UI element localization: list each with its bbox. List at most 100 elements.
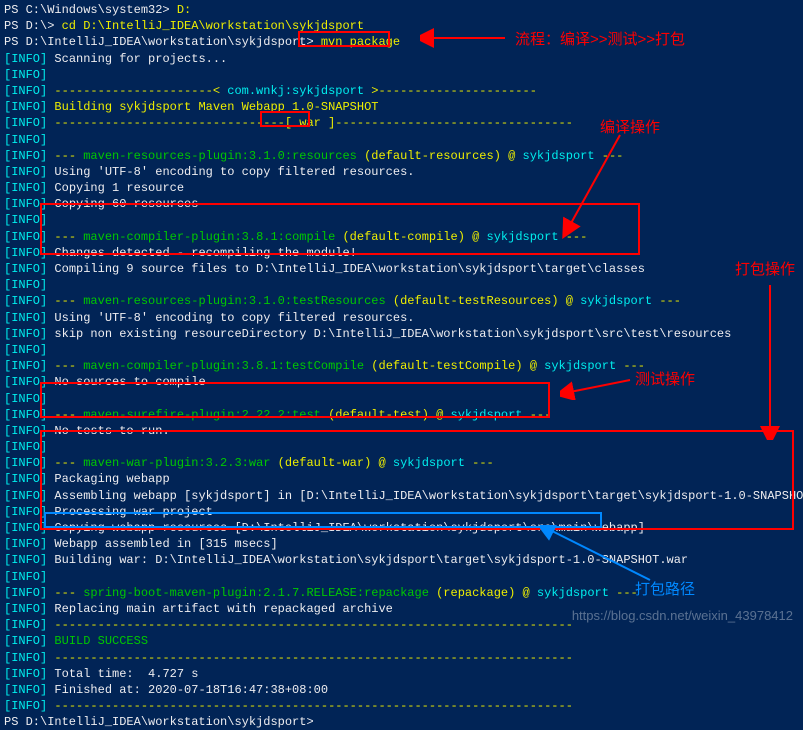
project: sykjdsport: [580, 294, 652, 308]
info-tag: [INFO]: [4, 375, 47, 389]
text: [ war ]: [285, 116, 335, 130]
info-tag: [INFO]: [4, 294, 47, 308]
text: Copying 60 resources: [47, 197, 198, 211]
watermark: https://blog.csdn.net/weixin_43978412: [572, 607, 793, 625]
info-tag: [INFO]: [4, 311, 47, 325]
info-tag: [INFO]: [4, 133, 47, 147]
project: sykjdsport: [537, 586, 609, 600]
info-tag: [INFO]: [4, 505, 47, 519]
text: Packaging webapp: [47, 472, 169, 486]
plugin: maven-resources-plugin:3.1.0:testResourc…: [83, 294, 385, 308]
prompt: PS C:\Windows\system32>: [4, 3, 177, 17]
at: @: [530, 359, 544, 373]
at: @: [379, 456, 393, 470]
text: Using 'UTF-8' encoding to copy filtered …: [47, 311, 414, 325]
info-tag: [INFO]: [4, 197, 47, 211]
info-tag: [INFO]: [4, 84, 47, 98]
dash: ---: [609, 586, 638, 600]
project: sykjdsport: [523, 149, 595, 163]
project: sykjdsport: [544, 359, 616, 373]
text: (default-compile): [335, 230, 472, 244]
info-tag: [INFO]: [4, 100, 47, 114]
info-tag: [INFO]: [4, 165, 47, 179]
cmd: cd D:\IntelliJ_IDEA\workstation\sykjdspo…: [62, 19, 364, 33]
text: Total time: 4.727 s: [47, 667, 198, 681]
dash: ---: [47, 408, 83, 422]
text: Building war: D:\IntelliJ_IDEA\workstati…: [47, 553, 688, 567]
text: (default-test): [321, 408, 436, 422]
text: Using 'UTF-8' encoding to copy filtered …: [47, 165, 414, 179]
text: --------------------------------: [47, 116, 285, 130]
prompt: PS D:\IntelliJ_IDEA\workstation\sykjdspo…: [4, 35, 314, 49]
dash: ---: [523, 408, 552, 422]
text: No tests to run.: [47, 424, 169, 438]
dash: ---: [47, 230, 83, 244]
text: (default-testCompile): [364, 359, 530, 373]
prompt: PS D:\>: [4, 19, 62, 33]
info-tag: [INFO]: [4, 521, 47, 535]
dash: ---: [47, 359, 83, 373]
text: ----------------------------------------…: [47, 699, 573, 713]
text: ----------------------------------------…: [47, 618, 573, 632]
info-tag: [INFO]: [4, 68, 47, 82]
text: (default-war): [270, 456, 378, 470]
info-tag: [INFO]: [4, 489, 47, 503]
at: @: [508, 149, 522, 163]
info-tag: [INFO]: [4, 424, 47, 438]
text: Assembling webapp [sykjdsport] in [D:\In…: [47, 489, 803, 503]
text: Processing war project: [47, 505, 213, 519]
plugin: maven-resources-plugin:3.1.0:resources: [83, 149, 357, 163]
dash: ---: [652, 294, 681, 308]
plugin: maven-surefire-plugin:2.22.2:test: [83, 408, 321, 422]
dash: ---: [47, 456, 83, 470]
text: com.wnkj:sykjdsport: [227, 84, 364, 98]
at: @: [523, 586, 537, 600]
cmd: D:: [177, 3, 191, 17]
info-tag: [INFO]: [4, 408, 47, 422]
text: Replacing main artifact with repackaged …: [47, 602, 393, 616]
info-tag: [INFO]: [4, 246, 47, 260]
text: (default-testResources): [386, 294, 566, 308]
text: ----------------------<: [47, 84, 227, 98]
text: Changes detected - recompiling the modul…: [47, 246, 357, 260]
text: Copying 1 resource: [47, 181, 184, 195]
plugin: maven-compiler-plugin:3.8.1:compile: [83, 230, 335, 244]
dash: ---: [47, 294, 83, 308]
text: Compiling 9 source files to D:\IntelliJ_…: [47, 262, 645, 276]
plugin: maven-compiler-plugin:3.8.1:testCompile: [83, 359, 364, 373]
text: Copying webapp resources [D:\IntelliJ_ID…: [47, 521, 645, 535]
info-tag: [INFO]: [4, 359, 47, 373]
dash: ---: [595, 149, 624, 163]
info-tag: [INFO]: [4, 116, 47, 130]
info-tag: [INFO]: [4, 327, 47, 341]
info-tag: [INFO]: [4, 440, 47, 454]
text: Finished at: 2020-07-18T16:47:38+08:00: [47, 683, 328, 697]
text: ---------------------------------: [335, 116, 573, 130]
text: No sources to compile: [47, 375, 205, 389]
text: BUILD SUCCESS: [47, 634, 148, 648]
prompt[interactable]: PS D:\IntelliJ_IDEA\workstation\sykjdspo…: [4, 715, 314, 729]
cmd: mvn package: [314, 35, 408, 49]
plugin: spring-boot-maven-plugin:2.1.7.RELEASE:r…: [83, 586, 429, 600]
text: Building sykjdsport Maven Webapp 1.0-SNA…: [47, 100, 378, 114]
text: skip non existing resourceDirectory D:\I…: [47, 327, 731, 341]
at: @: [472, 230, 486, 244]
info-tag: [INFO]: [4, 570, 47, 584]
info-tag: [INFO]: [4, 586, 47, 600]
text: Scanning for projects...: [47, 52, 227, 66]
info-tag: [INFO]: [4, 181, 47, 195]
text: >----------------------: [364, 84, 537, 98]
info-tag: [INFO]: [4, 651, 47, 665]
info-tag: [INFO]: [4, 262, 47, 276]
text: ----------------------------------------…: [47, 651, 573, 665]
project: sykjdsport: [393, 456, 465, 470]
info-tag: [INFO]: [4, 456, 47, 470]
info-tag: [INFO]: [4, 392, 47, 406]
info-tag: [INFO]: [4, 230, 47, 244]
dash: ---: [616, 359, 645, 373]
project: sykjdsport: [487, 230, 559, 244]
info-tag: [INFO]: [4, 537, 47, 551]
info-tag: [INFO]: [4, 634, 47, 648]
text: Webapp assembled in [315 msecs]: [47, 537, 277, 551]
info-tag: [INFO]: [4, 343, 47, 357]
